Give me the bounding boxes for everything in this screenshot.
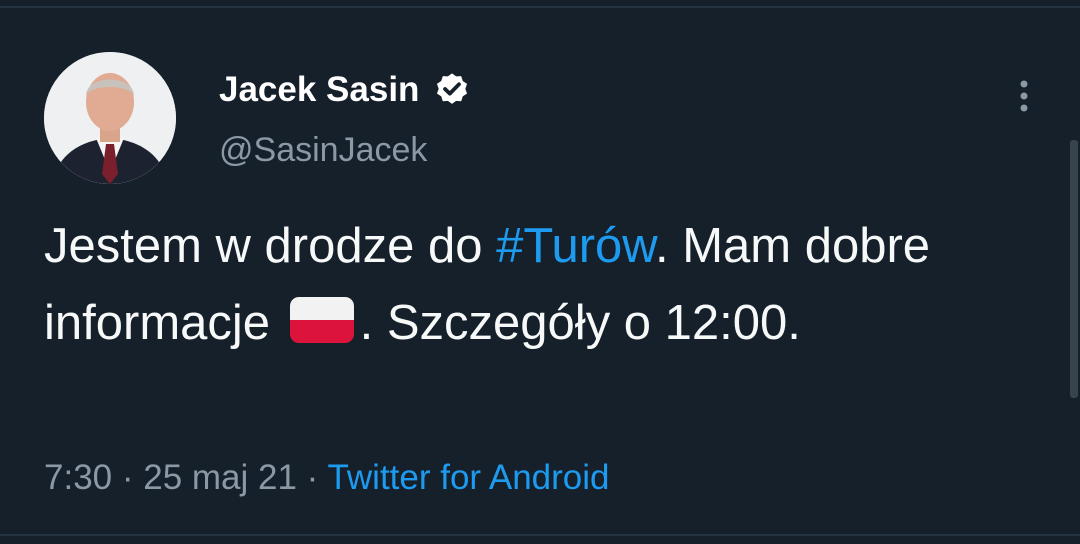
tweet-text-part-3: . Szczegóły o 12:00. [359,296,801,350]
author-name-row[interactable]: Jacek Sasin [219,70,471,110]
avatar[interactable] [44,52,176,184]
hashtag-link[interactable]: #Turów [496,219,655,273]
top-divider [0,6,1080,8]
more-options-icon[interactable] [1010,78,1038,114]
tweet-meta: 7:30 · 25 maj 21 · Twitter for Android [44,456,610,500]
author-handle[interactable]: @SasinJacek [219,130,427,170]
tweet-view: Jacek Sasin @SasinJacek Jestem w drodze … [0,0,1080,544]
tweet-source-link[interactable]: Twitter for Android [327,458,609,497]
meta-separator: · [296,458,328,497]
tweet-time[interactable]: 7:30 [44,458,112,497]
meta-separator: · [112,458,144,497]
tweet-date[interactable]: 25 maj 21 [143,458,297,497]
author-display-name[interactable]: Jacek Sasin [219,70,419,110]
tweet-text: Jestem w drodze do #Turów. Mam dobre inf… [44,208,1034,362]
tweet-text-part-1: Jestem w drodze do [44,219,497,273]
scrollbar[interactable] [1070,140,1078,398]
bottom-divider [0,534,1080,536]
verified-badge-icon [433,71,471,109]
polish-flag-emoji [288,291,356,343]
avatar-photo [44,52,176,184]
